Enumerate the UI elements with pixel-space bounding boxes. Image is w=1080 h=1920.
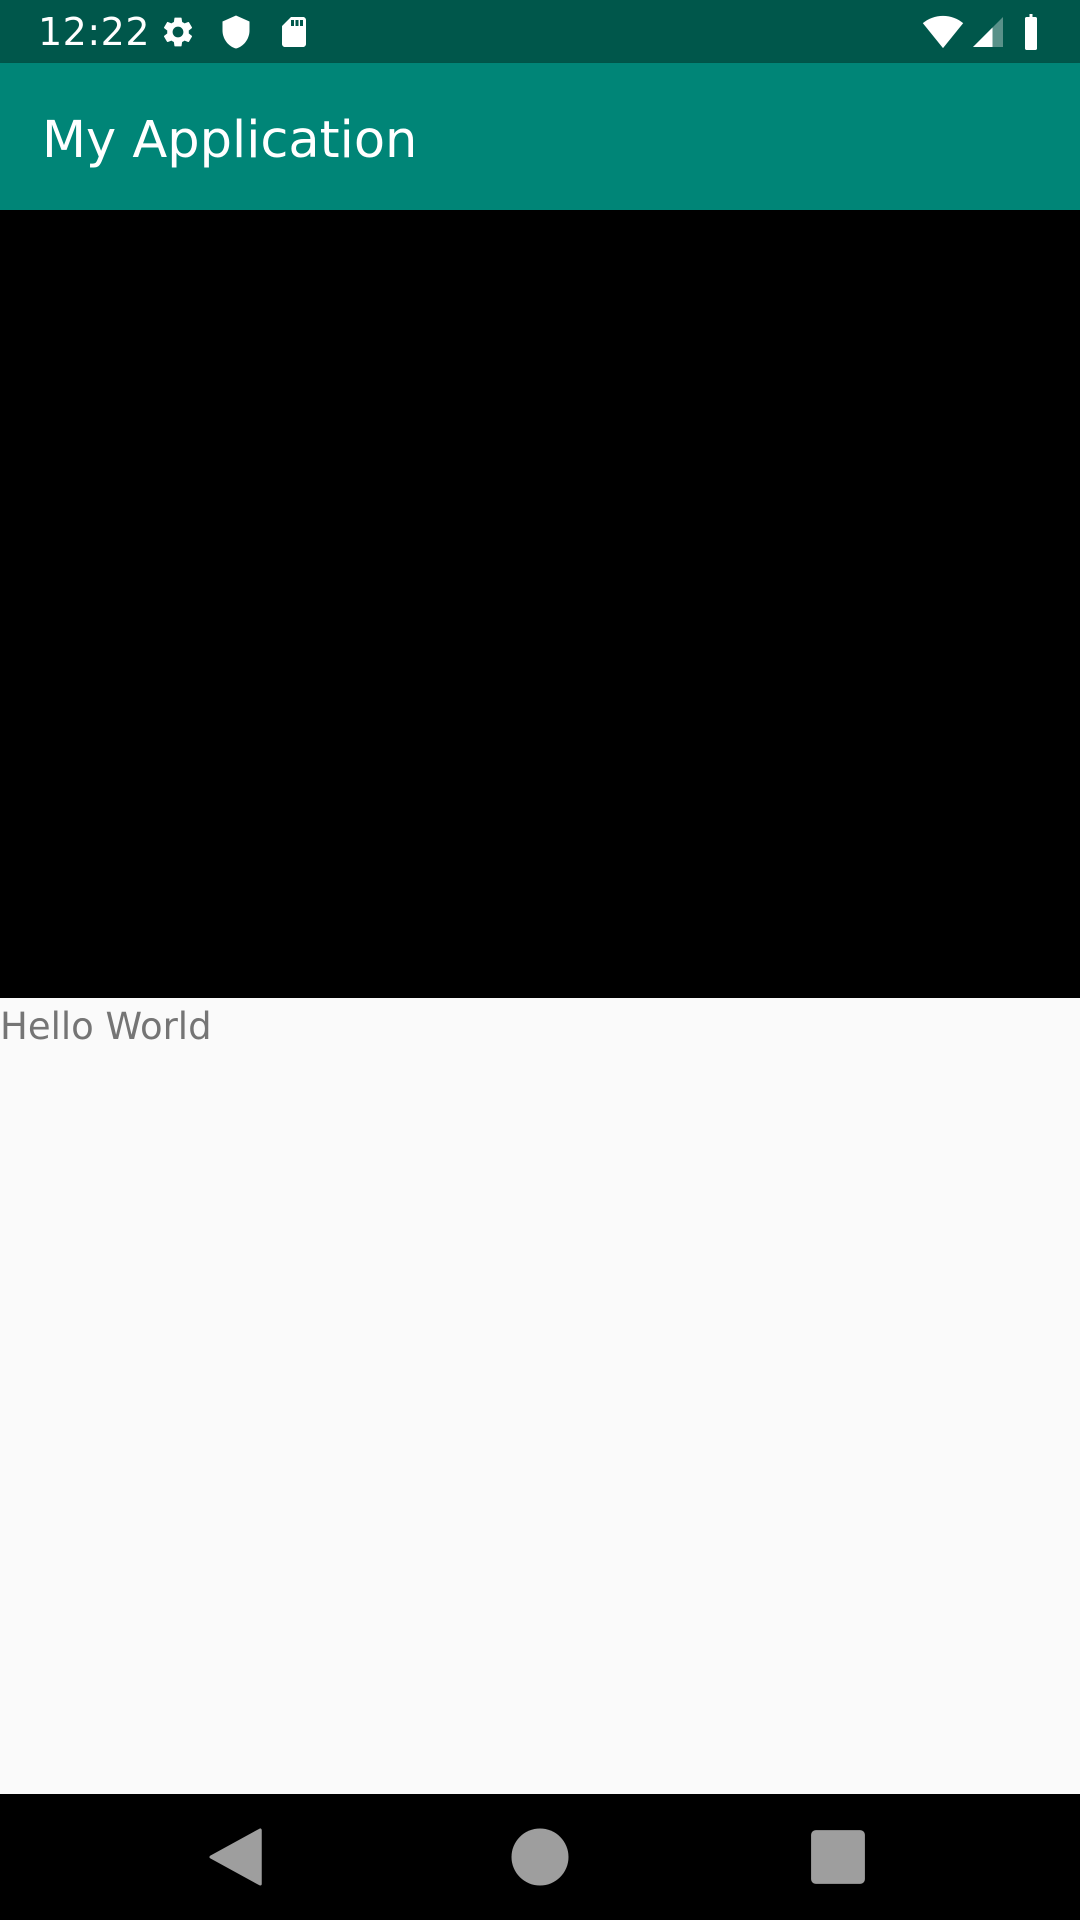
status-time: 12:22 — [38, 10, 151, 54]
wifi-icon — [922, 14, 964, 50]
app-bar: My Application — [0, 63, 1080, 210]
content-area: Hello World — [0, 210, 1080, 1794]
cell-signal-icon — [970, 14, 1006, 50]
video-view[interactable] — [0, 210, 1080, 998]
back-icon[interactable] — [200, 1819, 276, 1895]
gear-icon — [160, 14, 196, 50]
recents-icon[interactable] — [800, 1819, 876, 1895]
sd-card-icon — [276, 14, 312, 50]
app-title: My Application — [42, 111, 418, 170]
battery-icon — [1014, 14, 1048, 50]
nav-bar — [0, 1794, 1080, 1920]
hello-text: Hello World — [0, 1005, 212, 1048]
shield-icon — [218, 14, 254, 50]
status-bar: 12:22 — [0, 0, 1080, 63]
screen: 12:22 My Application Hello World — [0, 0, 1080, 1920]
home-icon[interactable] — [502, 1819, 578, 1895]
